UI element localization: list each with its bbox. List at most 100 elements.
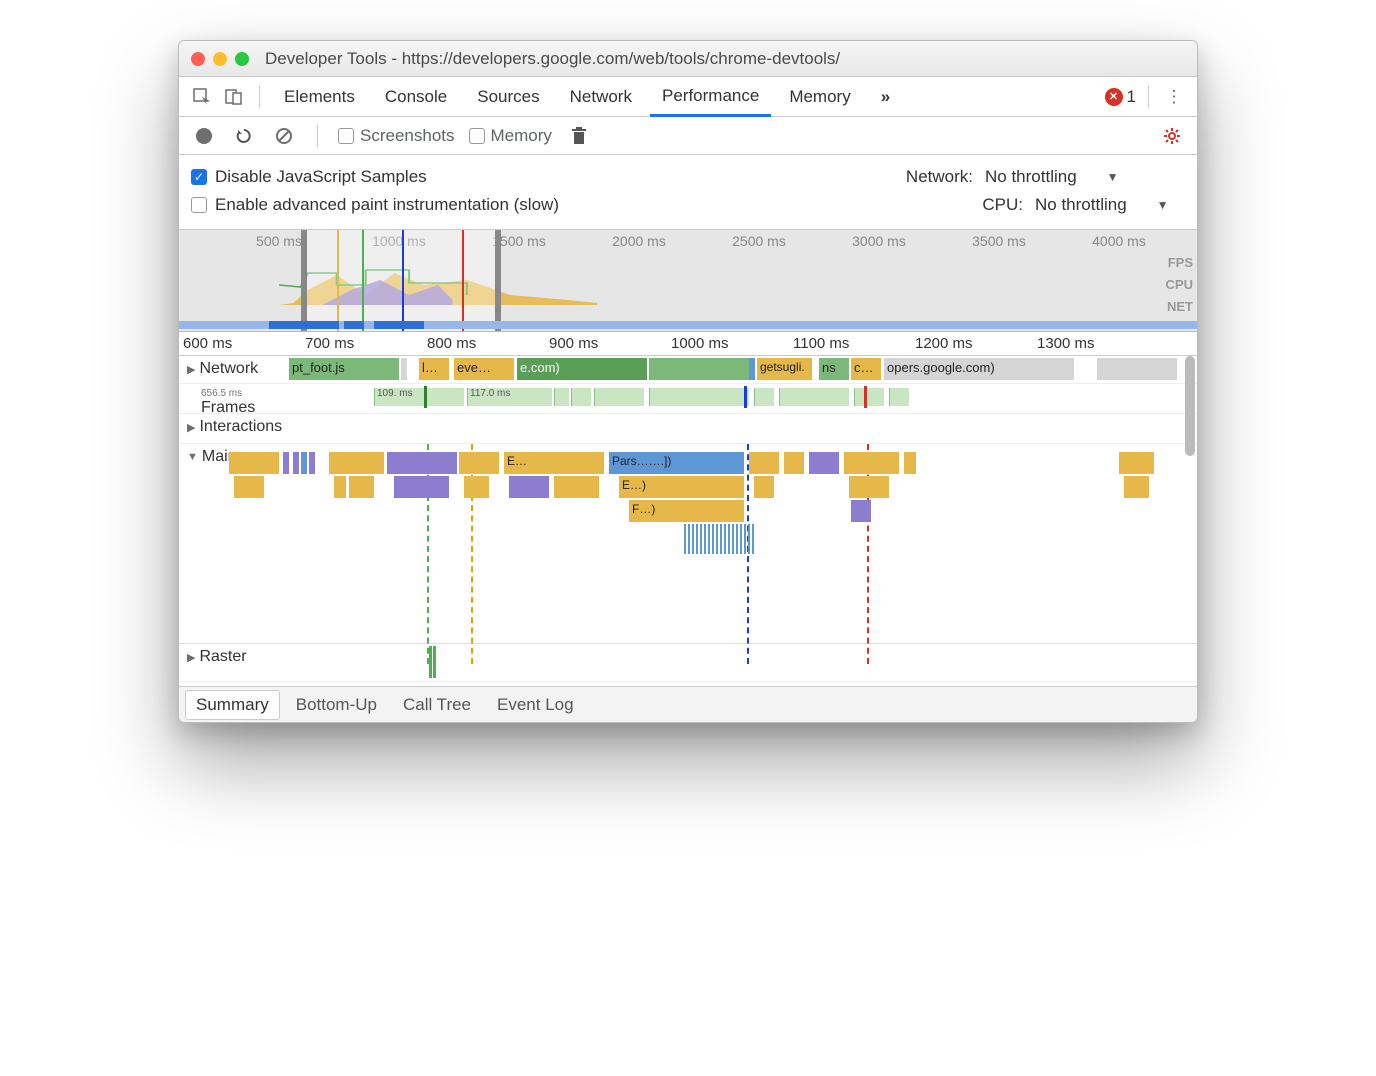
- advanced-paint-checkbox[interactable]: Enable advanced paint instrumentation (s…: [191, 195, 559, 215]
- main-track[interactable]: ▼Main E… Pars…….]): [179, 444, 1197, 644]
- network-request-bar[interactable]: [1097, 358, 1177, 380]
- frames-track[interactable]: 656.5 ms Frames 109. ms 117.0 ms: [179, 384, 1197, 414]
- disclosure-icon[interactable]: ▼: [187, 451, 198, 463]
- flame-bar[interactable]: [329, 452, 384, 474]
- record-button[interactable]: [191, 123, 217, 149]
- flame-bar[interactable]: [293, 452, 299, 474]
- flame-bar[interactable]: [844, 452, 899, 474]
- cpu-label: CPU: [1166, 274, 1193, 296]
- flame-bar[interactable]: [283, 452, 289, 474]
- network-track[interactable]: ▶Network pt_foot.js l… eve… e.com) getsu…: [179, 356, 1197, 384]
- raster-task[interactable]: [433, 646, 436, 678]
- network-request-bar[interactable]: [401, 358, 407, 380]
- reload-record-button[interactable]: [231, 123, 257, 149]
- frame-bar[interactable]: [779, 388, 849, 406]
- device-toggle-icon[interactable]: [221, 84, 247, 110]
- disclosure-icon[interactable]: ▶: [187, 421, 195, 434]
- flame-bar[interactable]: [229, 452, 279, 474]
- capture-settings-button[interactable]: [1159, 123, 1185, 149]
- frame-bar[interactable]: [854, 388, 884, 406]
- flame-bar[interactable]: [394, 476, 449, 498]
- disable-js-samples-checkbox[interactable]: Disable JavaScript Samples: [191, 167, 427, 187]
- frame-bar[interactable]: [554, 388, 569, 406]
- network-request-bar[interactable]: c…: [851, 358, 881, 380]
- frame-bar[interactable]: 117.0 ms: [467, 388, 552, 406]
- frame-time-label: 656.5 ms: [201, 388, 242, 399]
- tab-call-tree[interactable]: Call Tree: [393, 691, 481, 719]
- flame-bar[interactable]: [784, 452, 804, 474]
- flame-bar[interactable]: [309, 452, 315, 474]
- interactions-track[interactable]: ▶ Interactions: [179, 414, 1197, 444]
- tab-performance[interactable]: Performance: [650, 78, 771, 117]
- flame-bar[interactable]: [464, 476, 489, 498]
- tab-memory[interactable]: Memory: [777, 79, 862, 115]
- network-request-bar[interactable]: e.com): [517, 358, 647, 380]
- flame-bar[interactable]: [1119, 452, 1154, 474]
- raster-track[interactable]: ▶Raster: [179, 644, 1197, 682]
- main-flame-chart[interactable]: E… Pars…….]) E…): [289, 444, 1197, 664]
- overview-selection-handles[interactable]: [301, 230, 501, 331]
- frame-bar[interactable]: 109. ms: [374, 388, 464, 406]
- window-close-button[interactable]: [191, 52, 205, 66]
- flame-bar[interactable]: E…): [619, 476, 744, 498]
- flame-bar[interactable]: [301, 452, 307, 474]
- network-request-bar[interactable]: [749, 358, 755, 380]
- clear-button[interactable]: [271, 123, 297, 149]
- network-request-bar[interactable]: opers.google.com): [884, 358, 1074, 380]
- memory-checkbox[interactable]: Memory: [469, 126, 552, 146]
- console-errors-badge[interactable]: ✕ 1: [1105, 87, 1136, 107]
- tab-event-log[interactable]: Event Log: [487, 691, 584, 719]
- timeline-overview[interactable]: 500 ms 1000 ms 1500 ms 2000 ms 2500 ms 3…: [179, 230, 1197, 332]
- flame-bar[interactable]: [554, 476, 599, 498]
- flame-chart-area[interactable]: ▶Network pt_foot.js l… eve… e.com) getsu…: [179, 356, 1197, 686]
- flame-bar[interactable]: Pars…….]): [609, 452, 744, 474]
- flame-bar[interactable]: [234, 476, 264, 498]
- network-request-bar[interactable]: l…: [419, 358, 449, 380]
- tab-network[interactable]: Network: [558, 79, 644, 115]
- tab-sources[interactable]: Sources: [465, 79, 551, 115]
- garbage-collect-button[interactable]: [566, 123, 592, 149]
- frame-bar[interactable]: [649, 388, 749, 406]
- network-request-bar[interactable]: eve…: [454, 358, 514, 380]
- network-request-bar[interactable]: pt_foot.js: [289, 358, 399, 380]
- flame-bar[interactable]: [809, 452, 839, 474]
- screenshots-checkbox[interactable]: Screenshots: [338, 126, 455, 146]
- flame-bar[interactable]: [387, 452, 457, 474]
- flame-bar[interactable]: [334, 476, 346, 498]
- flame-bar[interactable]: [459, 452, 499, 474]
- frame-bar[interactable]: [594, 388, 644, 406]
- frame-bar[interactable]: [889, 388, 909, 406]
- tab-elements[interactable]: Elements: [272, 79, 367, 115]
- network-request-bar[interactable]: [649, 358, 749, 380]
- flame-bar[interactable]: [1124, 476, 1149, 498]
- flame-bar[interactable]: [851, 500, 871, 522]
- track-label: Interactions: [199, 418, 282, 436]
- frame-bar[interactable]: [571, 388, 591, 406]
- detail-ruler[interactable]: 600 ms 700 ms 800 ms 900 ms 1000 ms 1100…: [179, 332, 1197, 356]
- inspect-element-icon[interactable]: [189, 84, 215, 110]
- flame-bar[interactable]: [349, 476, 374, 498]
- flame-bar[interactable]: [849, 476, 889, 498]
- kebab-menu-icon[interactable]: ⋮: [1161, 84, 1187, 110]
- tab-summary[interactable]: Summary: [185, 690, 280, 720]
- tab-bottom-up[interactable]: Bottom-Up: [286, 691, 387, 719]
- flame-bar[interactable]: [754, 476, 774, 498]
- flame-bar[interactable]: [749, 452, 779, 474]
- flame-bar[interactable]: [684, 524, 754, 554]
- network-throttle-select[interactable]: No throttling ▼: [985, 167, 1185, 187]
- more-tabs-button[interactable]: »: [869, 79, 902, 115]
- flame-bar[interactable]: E…: [504, 452, 604, 474]
- network-request-bar[interactable]: ns: [819, 358, 849, 380]
- cpu-throttle-select[interactable]: No throttling ▼: [1035, 195, 1185, 215]
- flame-bar[interactable]: F…): [629, 500, 744, 522]
- network-request-bar[interactable]: getsugli.: [757, 358, 812, 380]
- raster-task[interactable]: [429, 646, 432, 678]
- flame-bar[interactable]: [509, 476, 549, 498]
- frame-bar[interactable]: [754, 388, 774, 406]
- flame-bar[interactable]: [904, 452, 916, 474]
- window-minimize-button[interactable]: [213, 52, 227, 66]
- tab-console[interactable]: Console: [373, 79, 459, 115]
- disclosure-icon[interactable]: ▶: [187, 651, 195, 664]
- window-zoom-button[interactable]: [235, 52, 249, 66]
- disclosure-icon[interactable]: ▶: [187, 363, 195, 376]
